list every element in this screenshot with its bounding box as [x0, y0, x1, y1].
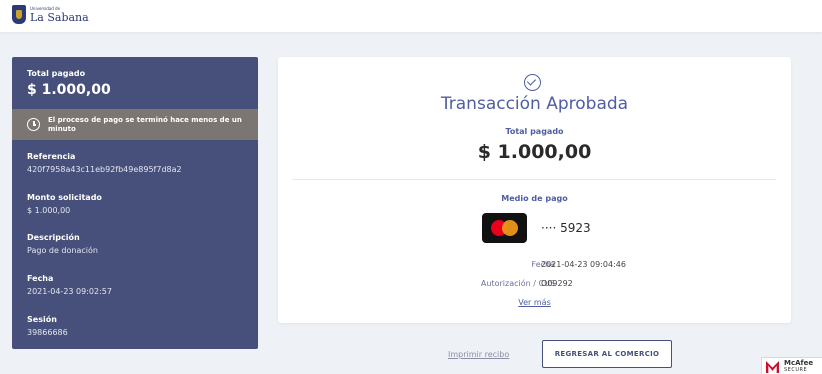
university-logo[interactable]: Universidad de La Sabana — [12, 5, 89, 24]
payment-method-label: Medio de pago — [501, 194, 568, 203]
mcafee-secure-text: SECURE — [784, 367, 808, 373]
mastercard-icon — [482, 213, 527, 243]
mcafee-name: McAfee — [784, 359, 814, 367]
time-notice: El proceso de pago se terminó hace menos… — [12, 109, 258, 140]
card-total-value: $ 1.000,00 — [477, 141, 592, 163]
print-receipt-link[interactable]: Imprimir recibo — [448, 350, 509, 359]
referencia-label: Referencia — [27, 152, 76, 161]
payment-summary-panel: Total pagado $ 1.000,00 El proceso de pa… — [12, 57, 258, 349]
fecha-label: Fecha — [27, 274, 54, 283]
card-fecha-value: 2021-04-23 09:04:46 — [541, 260, 626, 269]
autorizacion-value: O09292 — [541, 279, 573, 288]
return-to-merchant-button[interactable]: REGRESAR AL COMERCIO — [542, 340, 672, 368]
mcafee-logo-icon — [766, 361, 779, 373]
clock-icon — [27, 118, 40, 131]
logo-subtitle: Universidad de — [30, 5, 61, 11]
monto-label: Monto solicitado — [27, 193, 102, 202]
check-circle-icon — [524, 74, 541, 91]
transaction-card: Transacción Aprobada Total pagado $ 1.00… — [278, 57, 791, 323]
shield-icon — [12, 5, 26, 24]
sesion-value: 39866686 — [27, 328, 68, 337]
masked-card-number: ···· 5923 — [541, 221, 591, 235]
notice-text: El proceso de pago se terminó hace menos… — [48, 115, 242, 133]
descripcion-label: Descripción — [27, 233, 80, 242]
ver-mas-link[interactable]: Ver más — [278, 298, 791, 307]
top-bar: Universidad de La Sabana — [0, 0, 822, 32]
sesion-label: Sesión — [27, 315, 57, 324]
transaction-status-title: Transacción Aprobada — [440, 94, 629, 114]
card-total-label: Total pagado — [505, 127, 564, 136]
referencia-value: 420f7958a43c11eb92fb49e895f7d8a2 — [27, 165, 182, 174]
total-value: $ 1.000,00 — [27, 82, 111, 98]
logo-title: La Sabana — [30, 10, 89, 24]
monto-value: $ 1.000,00 — [27, 206, 71, 215]
total-label: Total pagado — [27, 69, 86, 78]
fecha-value: 2021-04-23 09:02:57 — [27, 287, 112, 296]
descripcion-value: Pago de donación — [27, 246, 98, 255]
mcafee-secure-badge[interactable]: McAfee SECURE — [761, 357, 822, 374]
divider — [292, 179, 776, 180]
